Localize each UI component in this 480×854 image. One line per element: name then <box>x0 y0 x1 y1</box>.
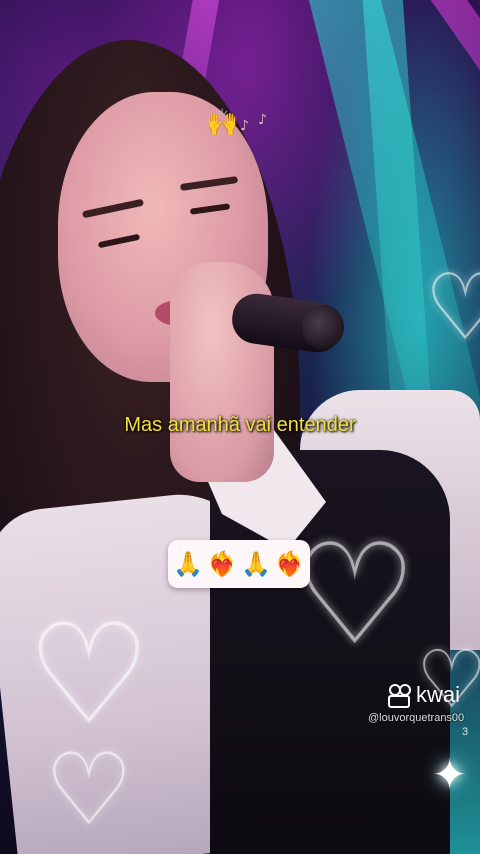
heart-outline-icon: ♡ <box>416 633 480 726</box>
heart-outline-icon: ♡ <box>424 254 480 361</box>
raised-hands-emoji: 🙌 <box>206 108 239 138</box>
kwai-brand-text: kwai <box>416 682 461 707</box>
microphone-head <box>302 305 344 349</box>
praying-hands-emoji: 🙏 <box>241 550 271 578</box>
heart-outline-icon: ♡ <box>26 594 152 757</box>
heart-outline-icon: ♡ <box>292 514 418 677</box>
music-note-icon: ♪ <box>240 118 249 134</box>
heart-on-fire-emoji: ❤️‍🔥 <box>207 550 237 578</box>
kwai-watermark: kwai <box>388 682 460 708</box>
sparkle-icon: ✦ <box>432 750 468 799</box>
heart-on-fire-emoji: ❤️‍🔥 <box>274 550 305 578</box>
video-frame[interactable]: ♡ ♡ ♡ ♡ ♡ ✦ 🙌 ♪ ♪ Mas amanhã vai entende… <box>0 0 480 854</box>
praying-hands-emoji: 🙏 <box>173 550 204 578</box>
kwai-logo-icon <box>388 684 412 708</box>
creator-handle-suffix: 3 <box>462 726 469 738</box>
music-note-icon: ♪ <box>258 112 267 128</box>
creator-handle: @louvorquetrans00 <box>368 712 465 724</box>
emoji-sticker: 🙏 ❤️‍🔥 🙏 ❤️‍🔥 <box>168 540 310 588</box>
heart-outline-icon: ♡ <box>44 731 134 848</box>
lyric-caption: Mas amanhã vai entender <box>124 414 356 436</box>
